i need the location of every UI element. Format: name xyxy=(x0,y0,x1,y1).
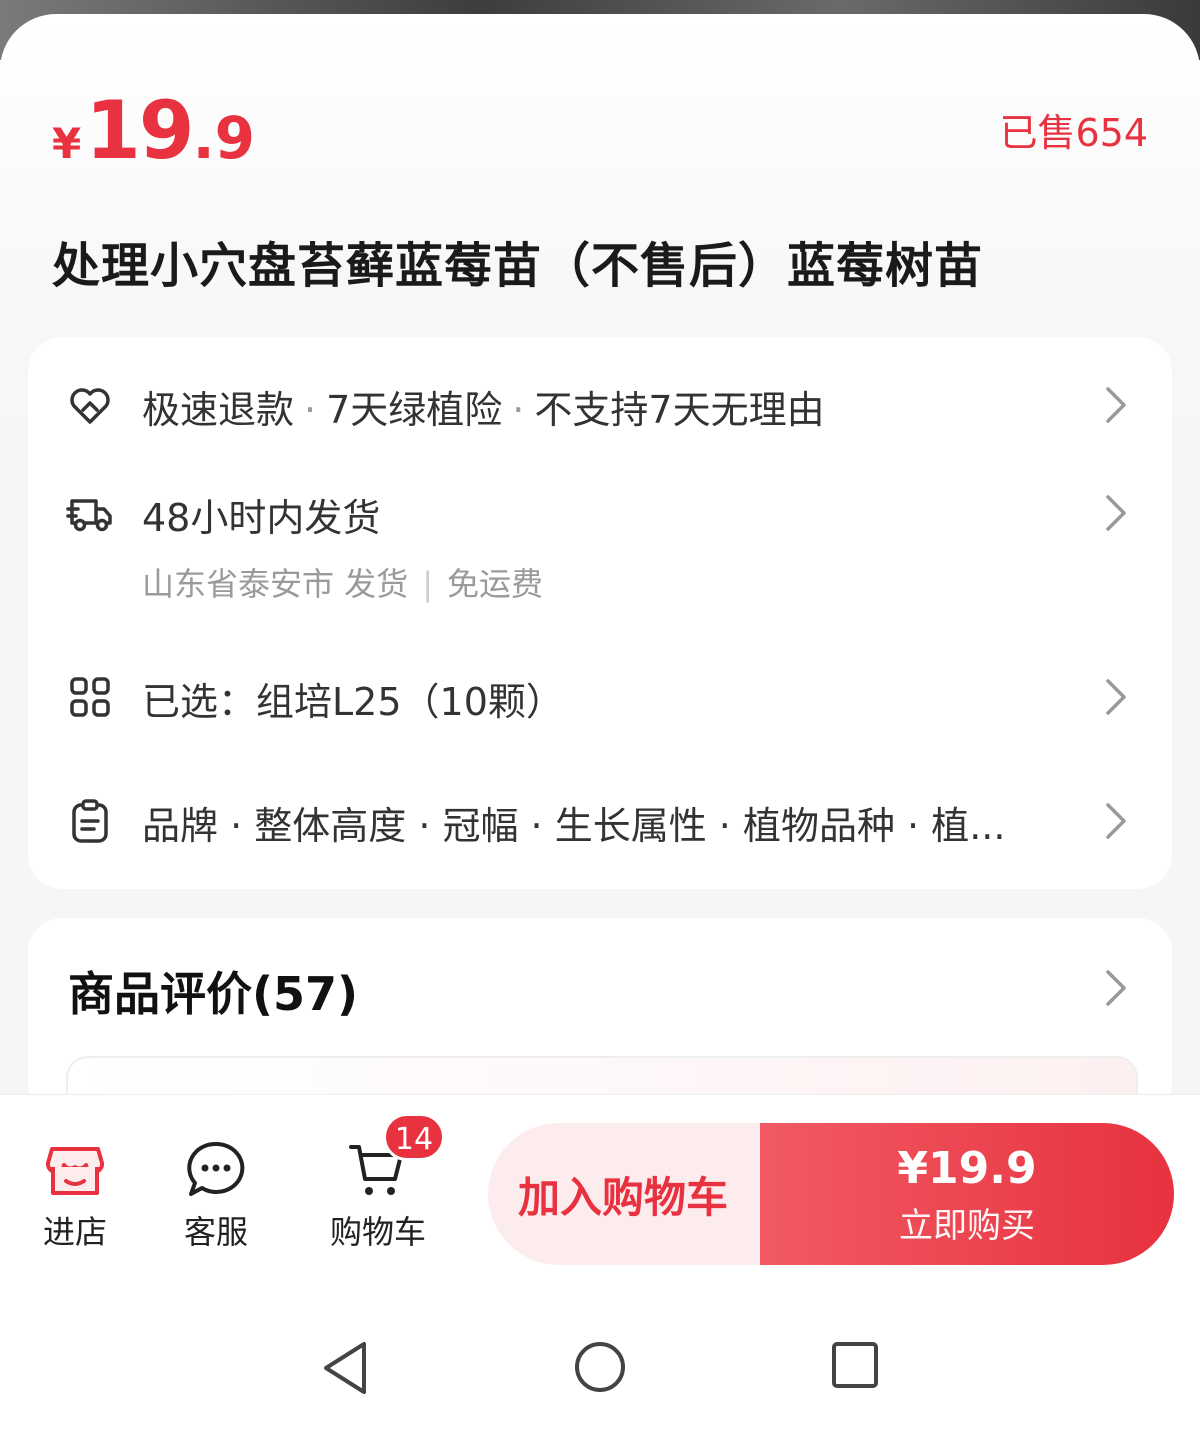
guarantee-row[interactable]: 极速退款 · 7天绿植险 · 不支持7天无理由 xyxy=(28,375,1172,435)
store-tab[interactable]: 进店 xyxy=(40,1139,110,1253)
cart-count-badge: 14 xyxy=(383,1113,445,1161)
back-icon[interactable] xyxy=(322,1340,370,1396)
buy-now-button[interactable]: ¥19.9 立即购买 xyxy=(760,1123,1174,1265)
price-integer: 19 xyxy=(85,84,194,177)
grid-icon xyxy=(66,673,114,721)
buy-now-label: 立即购买 xyxy=(899,1206,1035,1246)
cart-tab[interactable]: 14 购物车 xyxy=(328,1113,445,1253)
product-title: 处理小穴盘苔藓蓝莓苗（不售后）蓝莓树苗 xyxy=(52,238,984,294)
shipping-fee: 免运费 xyxy=(446,565,543,603)
customer-service-tab[interactable]: 客服 xyxy=(180,1139,252,1253)
guarantee-insurance: 7天绿植险 xyxy=(326,388,503,432)
heart-shield-icon xyxy=(66,381,114,429)
guarantee-refund: 极速退款 xyxy=(142,388,295,432)
store-icon xyxy=(45,1147,105,1195)
store-label: 进店 xyxy=(42,1213,107,1251)
truck-icon xyxy=(66,489,114,537)
clipboard-icon xyxy=(66,797,114,845)
params-row[interactable]: 品牌 · 整体高度 · 冠幅 · 生长属性 · 植物品种 · 植... xyxy=(28,791,1172,851)
guarantee-no-return: 不支持7天无理由 xyxy=(534,388,825,432)
sold-count: 已售654 xyxy=(999,111,1148,155)
chevron-right-icon xyxy=(1104,385,1128,425)
chevron-right-icon xyxy=(1104,968,1128,1008)
buy-now-price: ¥19.9 xyxy=(897,1143,1037,1194)
price-decimal: .9 xyxy=(192,104,255,172)
chat-bubble-icon xyxy=(187,1141,245,1196)
cart-label: 购物车 xyxy=(329,1213,426,1251)
chevron-right-icon xyxy=(1104,677,1128,717)
shipping-title: 48小时内发货 xyxy=(142,496,381,540)
review-title: 商品评价(57) xyxy=(68,967,359,1021)
shipping-row[interactable]: 48小时内发货 山东省泰安市 发货 | 免运费 xyxy=(28,483,1172,603)
params-text: 品牌 · 整体高度 · 冠幅 · 生长属性 · 植物品种 · 植... xyxy=(142,804,1006,848)
recents-icon[interactable] xyxy=(830,1340,880,1390)
review-card[interactable]: 商品评价(57) xyxy=(28,918,1172,1140)
system-nav-bar xyxy=(0,1290,1200,1433)
chevron-right-icon xyxy=(1104,493,1128,533)
service-card: 极速退款 · 7天绿植险 · 不支持7天无理由 48小时内发货 山东省泰安市 发货 | 免运… xyxy=(28,337,1172,889)
shipping-detail: 山东省泰安市 发货 | 免运费 xyxy=(142,565,543,603)
customer-service-label: 客服 xyxy=(183,1213,248,1251)
bottom-action-bar: 进店 客服 14 购物车 加入购物车 ¥19.9 立即购买 xyxy=(0,1094,1200,1291)
shipping-origin: 山东省泰安市 发货 xyxy=(142,565,409,603)
sku-selected-text: 已选：组培L25（10颗） xyxy=(142,680,564,724)
price: ¥ 19 .9 xyxy=(52,84,255,177)
guarantee-text: 极速退款 · 7天绿植险 · 不支持7天无理由 xyxy=(142,388,825,432)
chevron-right-icon xyxy=(1104,801,1128,841)
price-symbol: ¥ xyxy=(52,119,82,168)
home-icon[interactable] xyxy=(573,1340,627,1394)
add-to-cart-button[interactable]: 加入购物车 xyxy=(488,1123,788,1265)
sku-selected-row[interactable]: 已选：组培L25（10颗） xyxy=(28,667,1172,727)
